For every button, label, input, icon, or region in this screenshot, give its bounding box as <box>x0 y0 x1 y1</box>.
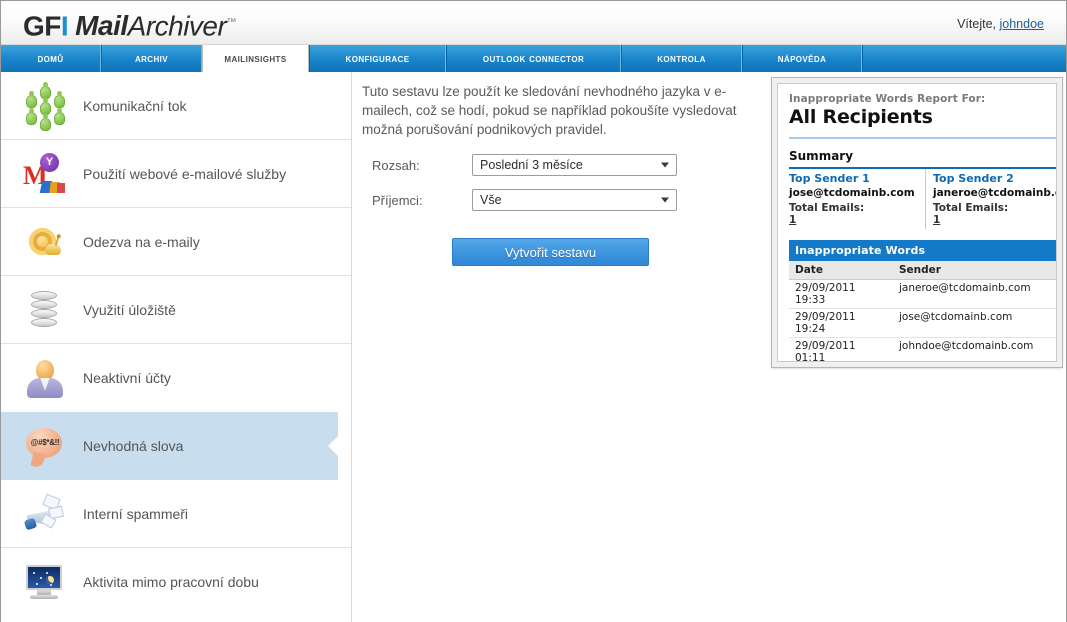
sidebar-item-internal-spammers[interactable]: Interní spammeři <box>1 480 351 548</box>
tab-label: Archiv <box>134 52 169 65</box>
table-header-row: Date Sender <box>789 261 1056 280</box>
sidebar-item-label: Použití webové e-mailové služby <box>83 165 287 182</box>
trademark-symbol: ™ <box>226 17 236 28</box>
column-header-date: Date <box>795 264 823 276</box>
sidebar-item-storage-usage[interactable]: Využití úložiště <box>1 276 351 344</box>
tab-label: Nápověda <box>777 52 827 65</box>
gfi-mailarchiver-logo: GFI MailArchiver™ <box>23 8 236 41</box>
logo-mail-text: Mail <box>75 10 128 42</box>
sidebar-item-komunikacni-tok[interactable]: Komunikační tok <box>1 72 351 140</box>
sidebar-item-label: Aktivita mimo pracovní dobu <box>83 573 259 590</box>
username-link[interactable]: johndoe <box>1000 17 1045 31</box>
mailinsights-sidebar: Komunikační tok M Y Použití webové e-mai… <box>1 72 352 622</box>
cell-date: 29/09/2011 01:11 <box>795 340 856 362</box>
chevron-down-icon <box>661 197 669 203</box>
report-preview-panel: Inappropriate Words Report For: All Reci… <box>771 77 1063 368</box>
top-sender-1-email: jose@tcdomainb.com <box>789 187 915 199</box>
tab-outlook-connector[interactable]: Outlook Connector <box>446 45 621 72</box>
top-sender-2-metric-value: 1 <box>933 214 941 226</box>
cell-sender: johndoe@tcdomainb.com <box>899 340 1034 352</box>
top-sender-2-metric-label: Total Emails: <box>933 202 1009 214</box>
top-sender-1-metric-label: Total Emails: <box>789 202 865 214</box>
tab-mailinsights[interactable]: MailInsights <box>202 45 309 72</box>
rozsah-label: Rozsah: <box>372 157 420 173</box>
top-sender-2-cell: Top Sender 2 janeroe@tcdomainb.com Total… <box>925 169 1056 229</box>
tab-napoveda[interactable]: Nápověda <box>742 45 862 72</box>
logo-archiver-text: Archiver <box>127 10 227 42</box>
form-row-rozsah: Rozsah: Poslední 3 měsíce <box>362 154 677 176</box>
prijemci-label: Příjemci: <box>372 192 423 208</box>
preview-title: All Recipients <box>789 106 933 128</box>
preview-top-senders: Top Sender 1 jose@tcdomainb.com Total Em… <box>789 169 1056 229</box>
sidebar-item-label: Neaktivní účty <box>83 369 171 386</box>
tab-label: Outlook Connector <box>482 52 585 65</box>
app-header: GFI MailArchiver™ Vítejte, johndoe <box>1 1 1066 45</box>
table-row: 29/09/2011 19:33 janeroe@tcdomainb.com <box>789 280 1056 309</box>
tabbar-filler <box>862 45 1066 72</box>
rozsah-selected-value: Poslední 3 měsíce <box>480 158 583 172</box>
sidebar-item-label: Komunikační tok <box>83 97 187 114</box>
sidebar-item-label: Odezva na e-maily <box>83 233 200 250</box>
column-header-sender: Sender <box>899 264 941 276</box>
sidebar-item-after-hours-activity[interactable]: Aktivita mimo pracovní dobu <box>1 548 351 616</box>
body-area: Komunikační tok M Y Použití webové e-mai… <box>1 72 1066 622</box>
table-title-bar: Inappropriate Words <box>789 240 1056 261</box>
tab-label: Domů <box>37 52 64 65</box>
user-icon <box>21 355 67 401</box>
logo-gf-text: GF <box>23 10 61 42</box>
cell-date: 29/09/2011 19:24 <box>795 311 856 335</box>
table-row: 29/09/2011 19:24 jose@tcdomainb.com <box>789 309 1056 338</box>
report-description: Tuto sestavu lze použít ke sledování nev… <box>362 84 737 137</box>
tab-archiv[interactable]: Archiv <box>101 45 202 72</box>
cell-date: 29/09/2011 19:33 <box>795 282 856 306</box>
top-sender-2-heading: Top Sender 2 <box>933 172 1014 185</box>
report-parameters-form: Rozsah: Poslední 3 měsíce Příjemci: Vše <box>362 154 677 224</box>
top-sender-2-email: janeroe@tcdomainb.com <box>933 187 1056 199</box>
preview-summary-label: Summary <box>789 149 854 163</box>
report-preview-content: Inappropriate Words Report For: All Reci… <box>777 83 1057 362</box>
megaphone-icon <box>21 491 67 537</box>
welcome-area: Vítejte, johndoe <box>957 17 1044 31</box>
sidebar-item-label: Interní spammeři <box>83 505 189 522</box>
form-row-prijemci: Příjemci: Vše <box>362 189 677 211</box>
sidebar-item-webmail-usage[interactable]: M Y Použití webové e-mailové služby <box>1 140 351 208</box>
top-sender-1-heading: Top Sender 1 <box>789 172 870 185</box>
network-people-icon <box>21 81 67 131</box>
tab-domu[interactable]: Domů <box>1 45 101 72</box>
cell-sender: janeroe@tcdomainb.com <box>899 282 1031 294</box>
database-icon <box>21 287 67 333</box>
preview-heading-block: Inappropriate Words Report For: All Reci… <box>778 84 1056 128</box>
preview-subtitle: Inappropriate Words Report For: <box>789 93 986 105</box>
welcome-label: Vítejte, <box>957 17 997 31</box>
sidebar-item-nevhodna-slova[interactable]: @#$*&!! Nevhodná slova <box>1 412 338 480</box>
cell-sender: jose@tcdomainb.com <box>899 311 1013 323</box>
prijemci-selected-value: Vše <box>480 193 502 207</box>
tab-konfigurace[interactable]: Konfigurace <box>309 45 446 72</box>
sidebar-item-label: Využití úložiště <box>83 301 176 318</box>
top-sender-1-metric-value: 1 <box>789 214 797 226</box>
snail-icon <box>21 219 67 265</box>
top-sender-1-cell: Top Sender 1 jose@tcdomainb.com Total Em… <box>789 169 925 229</box>
table-row: 29/09/2011 01:11 johndoe@tcdomainb.com <box>789 338 1056 362</box>
generate-report-button[interactable]: Vytvořit sestavu <box>452 238 649 266</box>
tab-kontrola[interactable]: Kontrola <box>621 45 742 72</box>
sidebar-item-label: Nevhodná slova <box>83 437 184 454</box>
main-content: Tuto sestavu lze použít ke sledování nev… <box>352 72 1066 622</box>
tab-label: MailInsights <box>224 52 287 65</box>
tab-label: Kontrola <box>657 52 706 65</box>
tab-label: Konfigurace <box>345 52 410 65</box>
prijemci-select[interactable]: Vše <box>472 189 677 211</box>
preview-divider <box>789 137 1056 139</box>
speech-bubble-icon: @#$*&!! <box>21 423 67 469</box>
chevron-down-icon <box>661 162 669 168</box>
night-monitor-icon <box>21 559 67 605</box>
sidebar-item-inactive-accounts[interactable]: Neaktivní účty <box>1 344 351 412</box>
inappropriate-words-table: Inappropriate Words Date Sender 29/09/20… <box>789 240 1056 362</box>
application-window: GFI MailArchiver™ Vítejte, johndoe Domů A… <box>0 0 1067 622</box>
rozsah-select[interactable]: Poslední 3 měsíce <box>472 154 677 176</box>
webmail-icon: M Y <box>21 151 67 197</box>
main-navigation-tabs: Domů Archiv MailInsights Konfigurace Out… <box>1 45 1066 72</box>
sidebar-item-email-responsiveness[interactable]: Odezva na e-maily <box>1 208 351 276</box>
logo-i-text: I <box>60 10 69 42</box>
